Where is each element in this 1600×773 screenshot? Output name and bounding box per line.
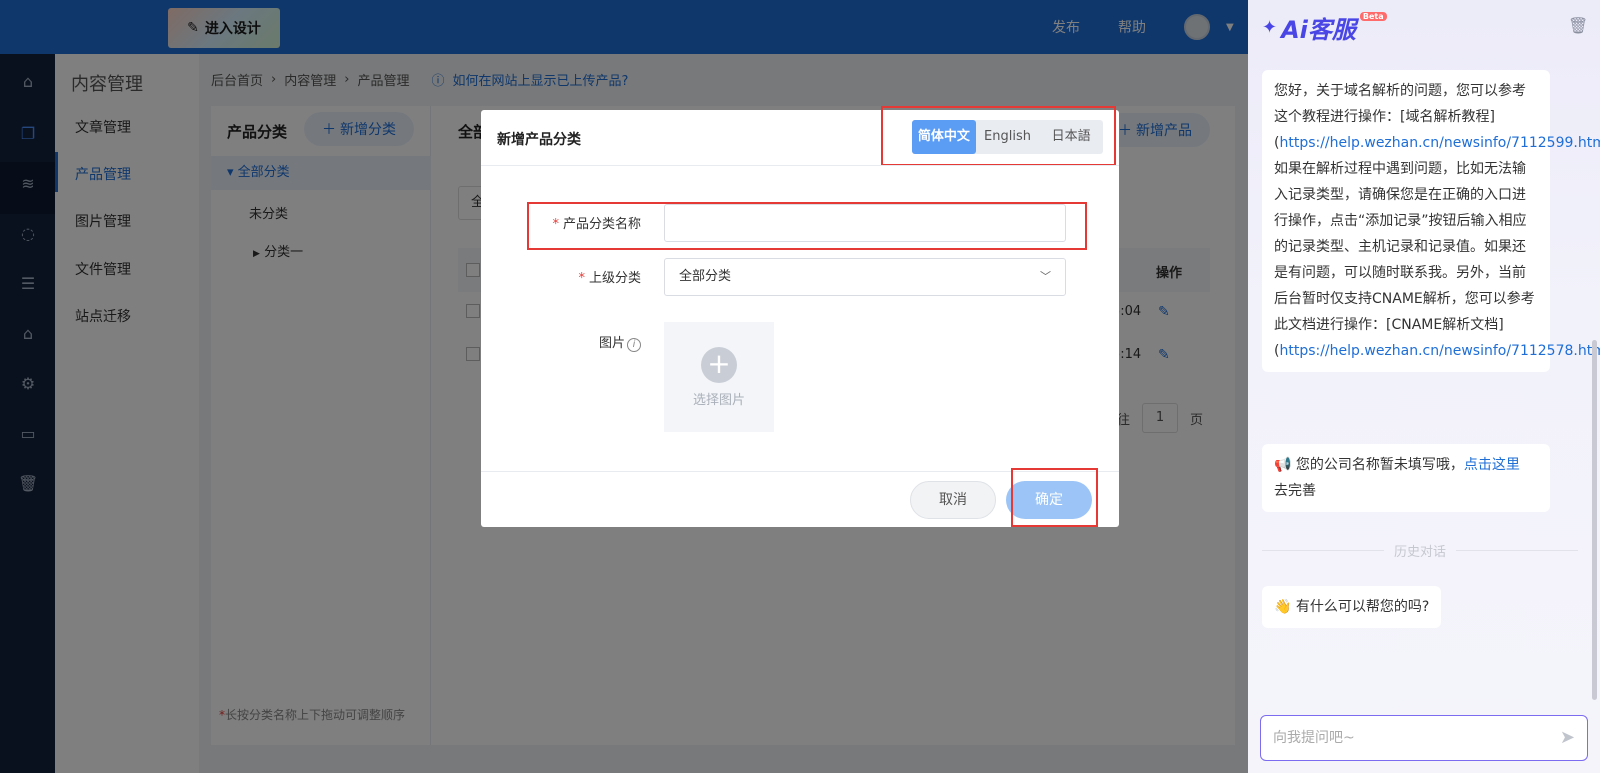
ai-assistant-panel: ✦ Ai客服 Beta 🗑 您好，关于域名解析的问题，您可以参考这个教程进行操作… <box>1248 0 1600 773</box>
history-divider: 历史对话 <box>1262 541 1579 560</box>
input-placeholder: 向我提问吧~ <box>1273 730 1355 746</box>
divider-line <box>1262 550 1384 551</box>
parent-label-text: 上级分类 <box>588 271 641 286</box>
greeting-text: 有什么可以帮您的吗? <box>1295 599 1430 615</box>
notice-tail: 去完善 <box>1274 483 1316 499</box>
info-icon[interactable]: i <box>627 338 641 352</box>
ai-logo: ✦ Ai客服 Beta <box>1262 10 1387 45</box>
beta-badge: Beta <box>1359 12 1387 21</box>
megaphone-icon: 📢 <box>1274 457 1292 473</box>
name-label-text: 产品分类名称 <box>562 217 641 232</box>
image-field-label: 图片 i <box>541 332 641 352</box>
notice-text: 您的公司名称暂未填写哦， <box>1295 457 1464 473</box>
chevron-down-icon: ﹀ <box>1040 270 1051 283</box>
ai-greeting: 👋 有什么可以帮您的吗? <box>1262 586 1442 628</box>
cancel-button[interactable]: 取消 <box>910 481 996 519</box>
parent-category-select[interactable]: 全部分类 ﹀ <box>664 258 1066 296</box>
highlight-box-confirm <box>1011 468 1098 527</box>
image-label-text: 图片 <box>598 336 625 351</box>
help-link[interactable]: https://help.wezhan.cn/newsinfo/7112578.… <box>1279 343 1600 359</box>
ai-message: 您好，关于域名解析的问题，您可以参考这个教程进行操作：[域名解析教程](http… <box>1262 70 1600 372</box>
divider-line <box>1456 550 1579 551</box>
complete-info-link[interactable]: 点击这里 <box>1464 457 1520 473</box>
dialog-header-divider <box>481 165 1119 166</box>
name-field-label: * 产品分类名称 <box>552 217 641 232</box>
highlight-box-languages <box>881 106 1116 166</box>
ai-logo-text: Ai客服 <box>1281 16 1356 44</box>
send-icon[interactable]: ➤ <box>1560 716 1575 760</box>
image-upload-button[interactable]: + 选择图片 <box>664 322 774 432</box>
add-category-dialog: 新增产品分类 简体中文 English 日本語 * 产品分类名称 * 上级分类 全部… <box>481 106 1119 527</box>
parent-select-value: 全部分类 <box>679 269 732 284</box>
ai-company-notice: 📢 您的公司名称暂未填写哦，点击这里 去完善 <box>1262 444 1550 512</box>
plus-circle-icon: + <box>701 346 737 383</box>
parent-field-label: * 上级分类 <box>578 271 641 286</box>
history-label: 历史对话 <box>1394 545 1447 560</box>
ai-question-input[interactable]: 向我提问吧~ ➤ <box>1260 715 1588 761</box>
help-link[interactable]: https://help.wezhan.cn/newsinfo/7112599.… <box>1279 135 1600 151</box>
dialog-title: 新增产品分类 <box>497 132 581 148</box>
upload-label: 选择图片 <box>692 392 745 408</box>
clear-history-icon[interactable]: 🗑 <box>1568 16 1588 35</box>
sparkle-icon: ✦ <box>1262 17 1278 38</box>
message-text: )。如果在解析过程中遇到问题，比如无法输入记录类型，请确保您是在正确的入口进行操… <box>1274 161 1535 359</box>
category-name-input[interactable] <box>664 204 1066 242</box>
scrollbar[interactable] <box>1592 340 1597 700</box>
wave-icon: 👋 <box>1274 599 1292 615</box>
